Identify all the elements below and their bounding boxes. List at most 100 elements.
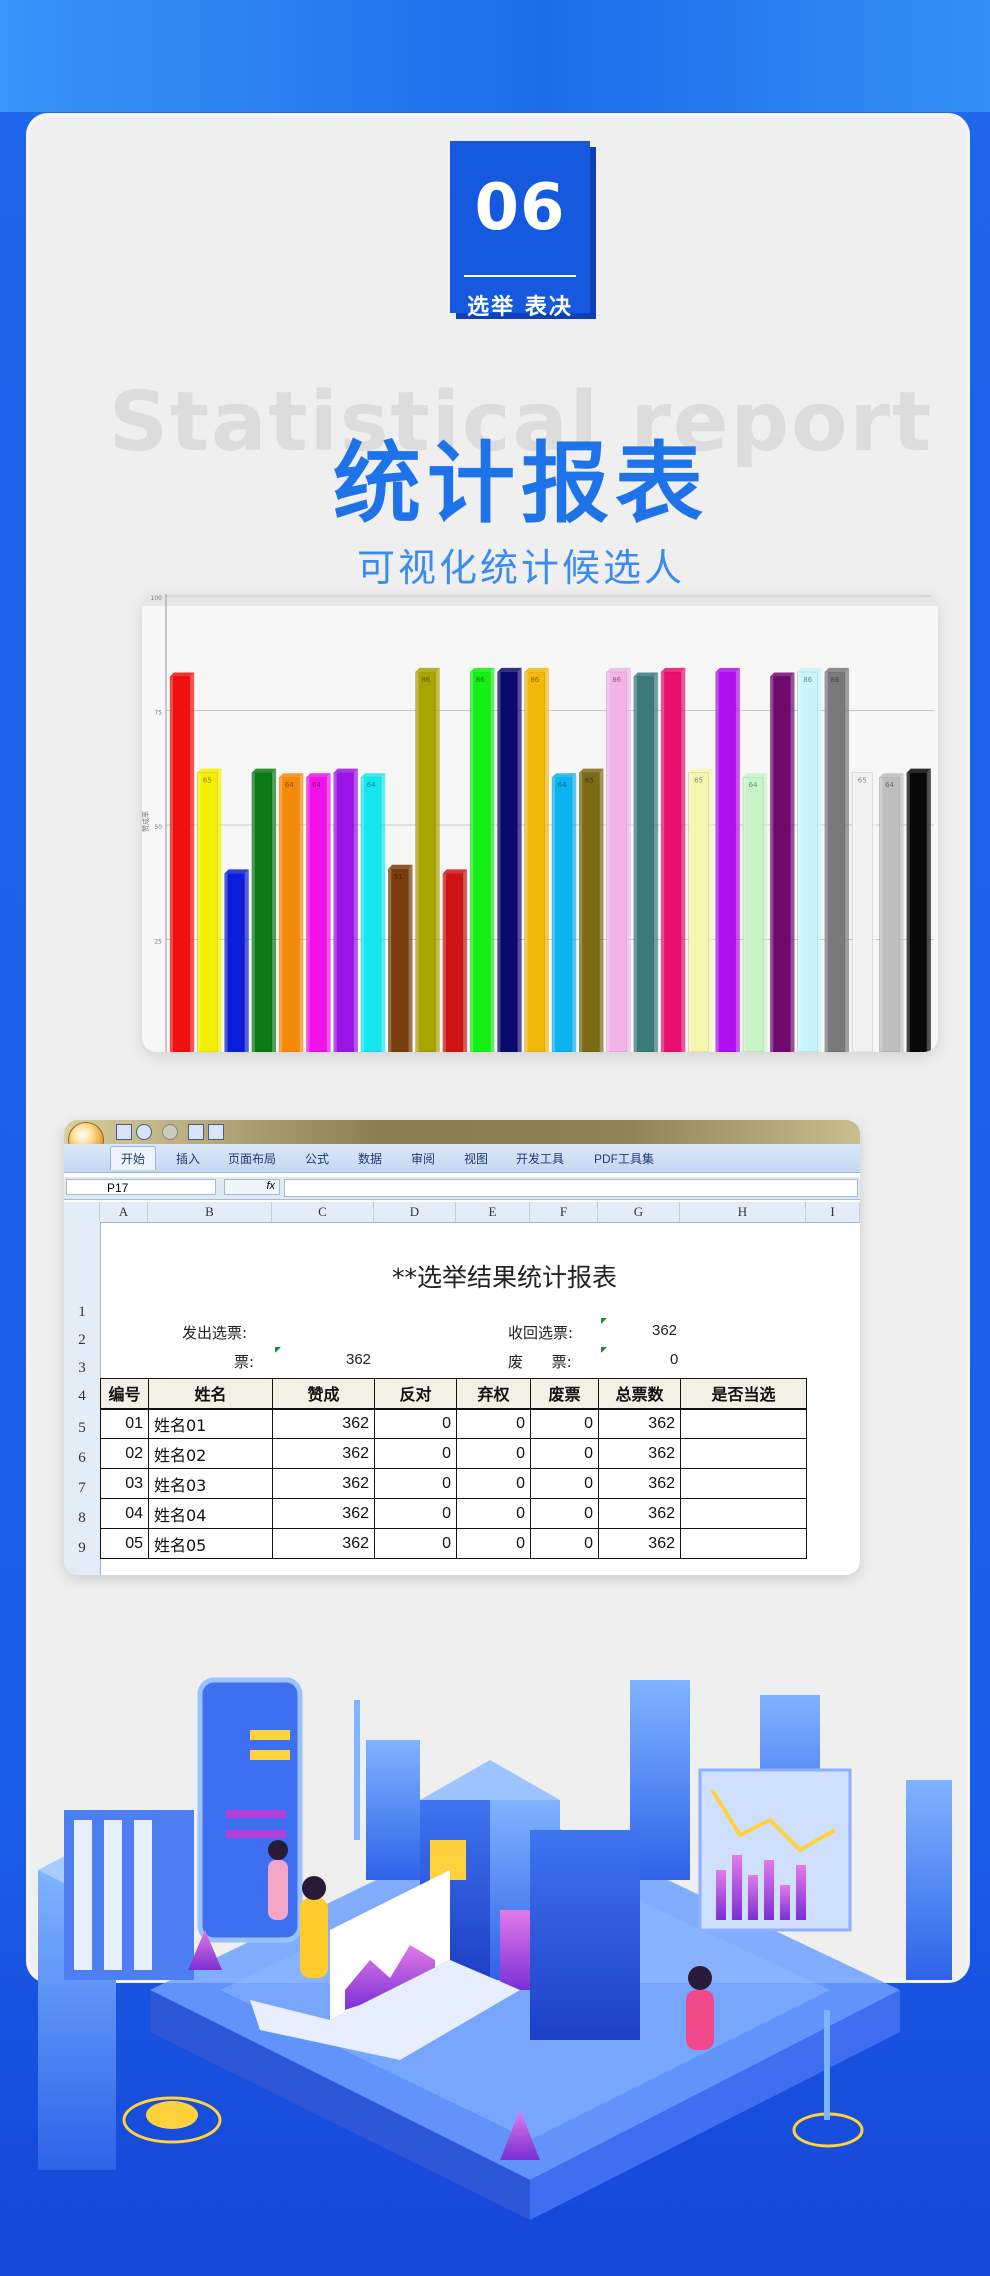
chart-bar[interactable]: 64	[306, 773, 331, 1052]
row-header[interactable]: 3	[64, 1360, 100, 1377]
invalid-votes-value[interactable]: 0	[670, 1351, 678, 1368]
table-cell[interactable]: 0	[374, 1528, 457, 1559]
chart-bar[interactable]: 64	[742, 773, 768, 1052]
chart-bar[interactable]: 86	[524, 667, 549, 1052]
chart-bar[interactable]: 64	[360, 773, 386, 1052]
table-cell[interactable]	[680, 1408, 807, 1439]
column-header[interactable]: E	[456, 1202, 530, 1222]
name-box[interactable]: P17	[66, 1179, 216, 1195]
column-header[interactable]: B	[148, 1202, 272, 1222]
table-cell[interactable]: 姓名05	[148, 1528, 273, 1559]
column-header[interactable]: I	[806, 1202, 860, 1222]
table-cell[interactable]: 362	[598, 1528, 681, 1559]
column-header[interactable]: D	[374, 1202, 456, 1222]
table-cell[interactable]: 02	[100, 1438, 149, 1469]
table-cell[interactable]: 0	[456, 1468, 531, 1499]
table-cell[interactable]: 0	[374, 1438, 457, 1469]
column-header[interactable]: F	[530, 1202, 598, 1222]
chart-bar[interactable]: 86	[469, 667, 495, 1052]
row-header[interactable]: 5	[64, 1420, 100, 1437]
tab-pdf-tools[interactable]: PDF工具集	[594, 1150, 654, 1167]
table-cell[interactable]: 362	[272, 1498, 375, 1529]
chart-bar[interactable]: 64	[278, 773, 304, 1052]
table-cell[interactable]: 0	[456, 1408, 531, 1439]
table-cell[interactable]: 362	[598, 1408, 681, 1439]
table-cell[interactable]	[680, 1498, 807, 1529]
table-cell[interactable]: 姓名04	[148, 1498, 273, 1529]
tab-home[interactable]: 开始	[110, 1146, 157, 1170]
chart-bar[interactable]: 65	[851, 768, 877, 1052]
chart-bar[interactable]: 65	[578, 768, 604, 1052]
chart-bar[interactable]: 64	[879, 773, 904, 1052]
save-icon[interactable]	[116, 1124, 132, 1140]
tab-review[interactable]: 审阅	[411, 1150, 435, 1167]
table-cell[interactable]: 0	[374, 1498, 457, 1529]
chart-bar[interactable]	[715, 667, 740, 1052]
table-header-cell[interactable]: 废票	[530, 1378, 599, 1410]
table-cell[interactable]: 362	[598, 1498, 681, 1529]
table-cell[interactable]: 05	[100, 1528, 149, 1559]
tab-data[interactable]: 数据	[358, 1150, 382, 1167]
table-cell[interactable]: 姓名03	[148, 1468, 273, 1499]
table-cell[interactable]: 0	[374, 1468, 457, 1499]
table-cell[interactable]: 0	[456, 1438, 531, 1469]
table-header-cell[interactable]: 姓名	[148, 1378, 273, 1410]
redo-icon[interactable]	[162, 1124, 178, 1140]
undo-icon[interactable]	[136, 1124, 152, 1140]
row-header[interactable]: 6	[64, 1450, 100, 1467]
formula-input[interactable]	[284, 1179, 858, 1197]
table-cell[interactable]: 04	[100, 1498, 149, 1529]
quick-access-icon[interactable]	[208, 1124, 224, 1140]
valid-votes-value[interactable]: 362	[346, 1351, 371, 1368]
table-cell[interactable]: 0	[530, 1438, 599, 1469]
table-cell[interactable]: 姓名02	[148, 1438, 273, 1469]
table-cell[interactable]: 01	[100, 1408, 149, 1439]
chart-bar[interactable]: 64	[551, 773, 577, 1052]
row-header[interactable]: 4	[64, 1388, 100, 1405]
table-cell[interactable]: 362	[272, 1468, 375, 1499]
chart-bar[interactable]: 86	[606, 667, 631, 1052]
table-cell[interactable]	[680, 1468, 807, 1499]
row-header[interactable]: 7	[64, 1480, 100, 1497]
table-cell[interactable]	[680, 1438, 807, 1469]
tab-developer[interactable]: 开发工具	[516, 1150, 564, 1167]
table-header-cell[interactable]: 总票数	[598, 1378, 681, 1410]
column-header[interactable]: H	[680, 1202, 806, 1222]
table-cell[interactable]: 0	[530, 1408, 599, 1439]
table-cell[interactable]: 362	[272, 1528, 375, 1559]
tab-formulas[interactable]: 公式	[305, 1150, 329, 1167]
table-cell[interactable]: 0	[456, 1498, 531, 1529]
chart-bar[interactable]	[769, 672, 795, 1052]
table-cell[interactable]: 362	[598, 1468, 681, 1499]
table-cell[interactable]: 0	[530, 1528, 599, 1559]
table-header-cell[interactable]: 反对	[374, 1378, 457, 1410]
table-cell[interactable]: 0	[456, 1528, 531, 1559]
table-cell[interactable]: 姓名01	[148, 1408, 273, 1439]
column-header[interactable]: A	[100, 1202, 148, 1222]
row-header[interactable]: 9	[64, 1540, 100, 1557]
chart-bar[interactable]	[442, 869, 468, 1052]
chart-bar[interactable]	[251, 768, 277, 1052]
tab-view[interactable]: 视图	[464, 1150, 488, 1167]
table-cell[interactable]: 0	[530, 1468, 599, 1499]
chart-bar[interactable]: 86	[415, 667, 440, 1052]
recovered-votes-value[interactable]: 362	[652, 1322, 677, 1339]
row-header[interactable]: 8	[64, 1510, 100, 1527]
table-cell[interactable]	[680, 1528, 807, 1559]
table-cell[interactable]: 362	[272, 1438, 375, 1469]
chart-bar[interactable]	[660, 667, 686, 1052]
table-cell[interactable]: 362	[598, 1438, 681, 1469]
chart-bar[interactable]: 65	[196, 768, 222, 1052]
table-header-cell[interactable]: 赞成	[272, 1378, 375, 1410]
column-header[interactable]: C	[272, 1202, 374, 1222]
chart-bar[interactable]	[633, 672, 659, 1052]
print-preview-icon[interactable]	[188, 1124, 204, 1140]
table-header-cell[interactable]: 是否当选	[680, 1378, 807, 1410]
chart-bar[interactable]: 86	[797, 667, 822, 1052]
column-header[interactable]: G	[598, 1202, 680, 1222]
chart-bar[interactable]	[333, 768, 358, 1052]
row-header[interactable]: 2	[64, 1332, 100, 1349]
chart-bar[interactable]: 65	[688, 768, 713, 1052]
chart-bar[interactable]	[497, 667, 522, 1052]
chart-bar[interactable]	[169, 672, 195, 1052]
